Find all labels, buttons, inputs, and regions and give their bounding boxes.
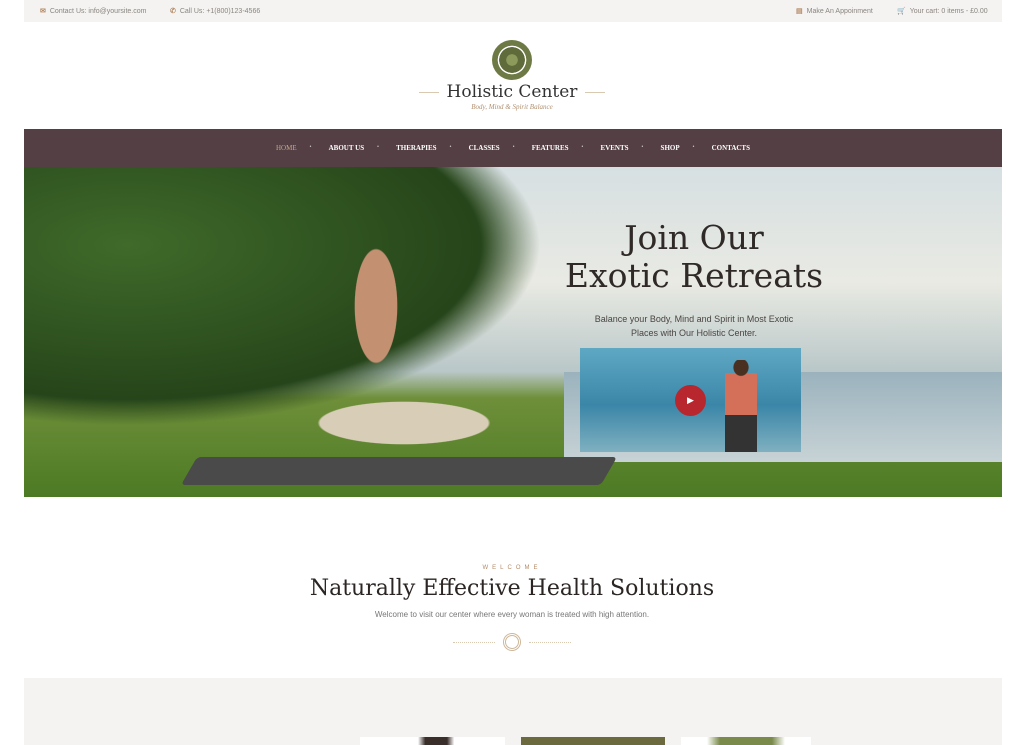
play-button[interactable]: ▶ — [675, 385, 706, 416]
nav-contacts[interactable]: CONTACTS — [693, 144, 766, 152]
nav-shop[interactable]: SHOP — [642, 144, 696, 152]
phone-icon: ✆ — [170, 8, 176, 15]
contact-email[interactable]: ✉ Contact Us: info@yoursite.com — [40, 7, 146, 15]
yoga-man-image — [264, 202, 544, 462]
nav-events[interactable]: EVENTS — [582, 144, 645, 152]
brand-name: Holistic Center — [446, 82, 578, 102]
nav-home[interactable]: HOME — [260, 144, 313, 152]
calendar-icon: ▤ — [796, 8, 803, 15]
cart-link[interactable]: 🛒 Your cart: 0 items - £0.00 — [897, 7, 988, 15]
hero-slider: Join Our Exotic Retreats Balance your Bod… — [24, 167, 1002, 497]
logo[interactable]: Holistic Center Body, Mind & Spirit Bala… — [0, 40, 1024, 111]
mandala-icon — [503, 633, 521, 651]
service-card-image[interactable] — [360, 737, 505, 745]
main-nav: HOME ABOUT US THERAPIES CLASSES FEATURES… — [24, 129, 1002, 167]
service-card-image[interactable] — [681, 737, 811, 745]
mail-icon: ✉ — [40, 8, 46, 15]
appointment-link[interactable]: ▤ Make An Appoinment — [796, 7, 873, 15]
cart-icon: 🛒 — [897, 8, 906, 15]
contact-phone[interactable]: ✆ Call Us: +1(800)123-4566 — [170, 7, 260, 15]
nav-classes[interactable]: CLASSES — [450, 144, 516, 152]
section-text: Welcome to visit our center where every … — [374, 610, 650, 619]
hero-subtitle: Balance your Body, Mind and Spirit in Mo… — [594, 314, 794, 338]
video-thumbnail[interactable]: ▶ — [580, 348, 801, 452]
brand-tagline: Body, Mind & Spirit Balance — [471, 103, 553, 111]
services-section — [24, 678, 1002, 745]
woman-meditating-image — [725, 360, 757, 452]
nav-features[interactable]: FEATURES — [513, 144, 585, 152]
tree-logo-icon — [492, 40, 532, 80]
play-icon: ▶ — [687, 395, 694, 405]
hero-title: Join Our Exotic Retreats — [564, 218, 824, 295]
welcome-eyebrow: WELCOME — [482, 565, 542, 571]
nav-therapies[interactable]: THERAPIES — [377, 144, 452, 152]
divider — [0, 633, 1024, 651]
top-bar: ✉ Contact Us: info@yoursite.com ✆ Call Us:… — [24, 0, 1002, 22]
service-card-image[interactable] — [521, 737, 665, 745]
section-title: Naturally Effective Health Solutions — [309, 576, 715, 601]
nav-about-us[interactable]: ABOUT US — [310, 144, 380, 152]
